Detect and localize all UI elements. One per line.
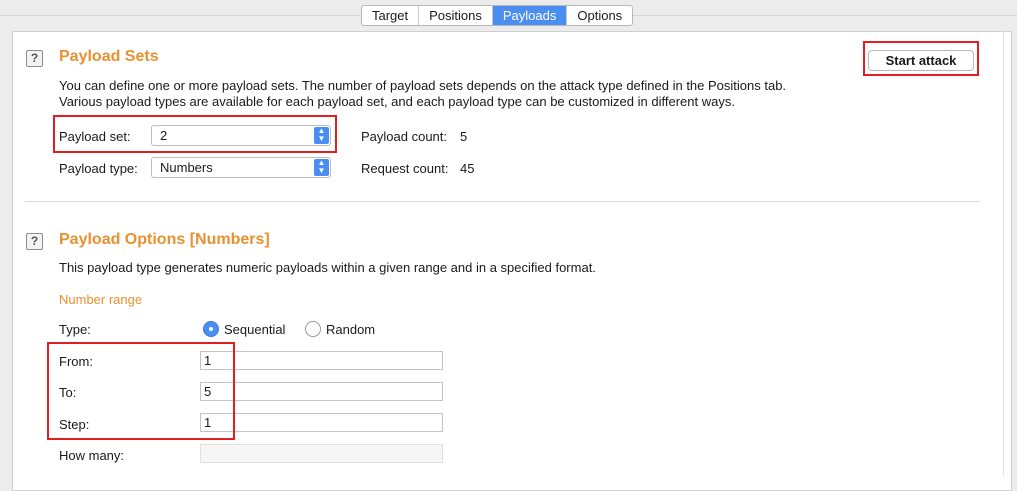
payload-count-value: 5 [460, 129, 468, 144]
chevron-up-down-icon: ▲ ▼ [314, 159, 329, 176]
step-input[interactable]: 1 [200, 413, 443, 432]
payload-options-description: This payload type generates numeric payl… [59, 260, 596, 275]
type-label: Type: [59, 322, 91, 337]
help-icon[interactable]: ? [26, 50, 43, 67]
section-divider [25, 201, 980, 202]
random-label[interactable]: Random [326, 322, 375, 337]
payload-set-highlight [53, 115, 337, 153]
payload-sets-description-2: Various payload types are available for … [59, 94, 735, 109]
start-attack-highlight [863, 41, 979, 76]
request-count-label: Request count: [361, 161, 449, 176]
tab-positions[interactable]: Positions [419, 6, 493, 25]
to-input[interactable]: 5 [200, 382, 443, 401]
random-radio[interactable] [305, 321, 321, 337]
number-range-heading: Number range [59, 292, 143, 307]
payload-sets-heading: Payload Sets [59, 48, 159, 65]
payload-options-heading: Payload Options [Numbers] [59, 231, 270, 248]
payload-type-select[interactable]: Numbers ▲ ▼ [151, 157, 331, 178]
how-many-label: How many: [59, 448, 125, 463]
sequential-radio[interactable] [203, 321, 219, 337]
tab-options[interactable]: Options [567, 6, 632, 25]
tab-payloads[interactable]: Payloads [492, 6, 568, 25]
how-many-input[interactable] [200, 444, 443, 463]
panel-scroll-edge [1003, 31, 1004, 476]
payload-sets-description-1: You can define one or more payload sets.… [59, 78, 787, 93]
range-fields-highlight [47, 342, 235, 440]
tab-target[interactable]: Target [362, 6, 420, 25]
payload-type-label: Payload type: [59, 161, 138, 176]
tab-bar: Target Positions Payloads Options [361, 5, 634, 26]
payload-count-label: Payload count: [361, 129, 448, 144]
from-input[interactable]: 1 [200, 351, 443, 370]
sequential-label[interactable]: Sequential [224, 322, 285, 337]
request-count-value: 45 [460, 161, 475, 176]
payload-type-value: Numbers [160, 160, 213, 175]
help-icon[interactable]: ? [26, 233, 43, 250]
